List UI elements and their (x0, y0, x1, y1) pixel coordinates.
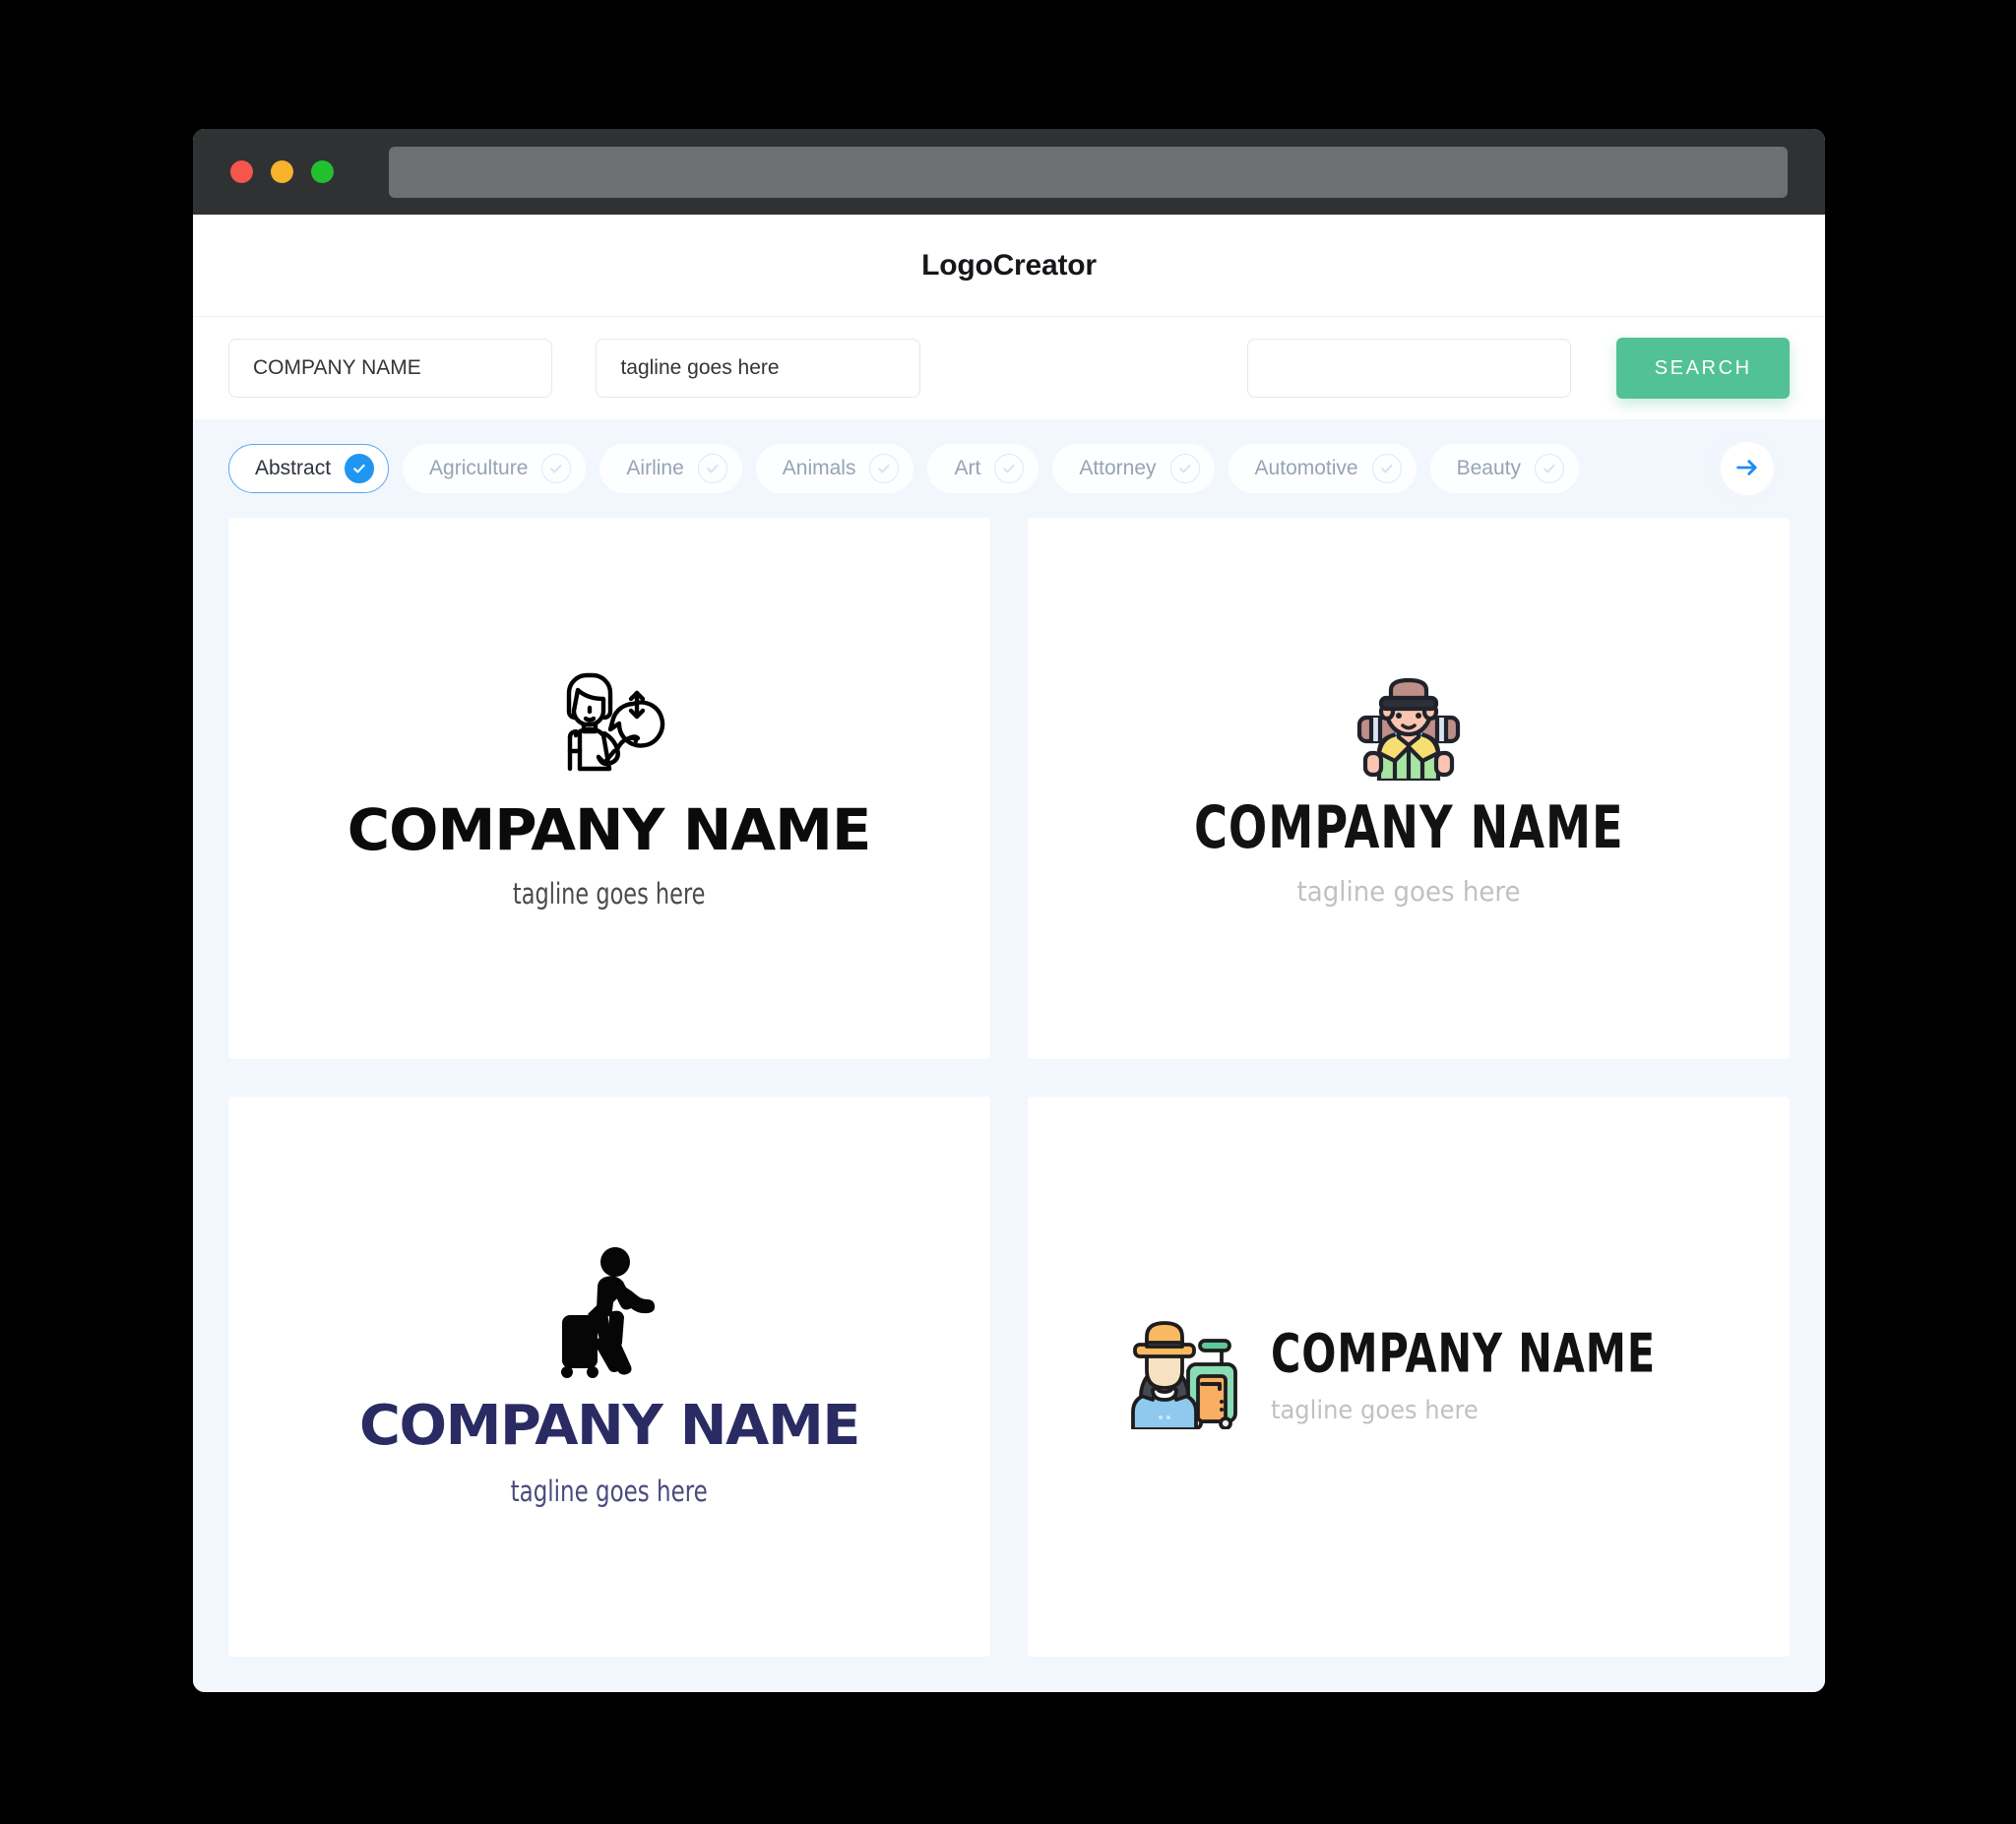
minimize-window-button[interactable] (271, 160, 293, 183)
logo-result-card[interactable]: COMPANY NAME tagline goes here (1028, 1096, 1790, 1657)
category-chip-label: Agriculture (429, 457, 529, 479)
logo-result-card[interactable]: COMPANY NAME tagline goes here (1028, 518, 1790, 1059)
app-title: LogoCreator (921, 248, 1097, 282)
logo-company-name: COMPANY NAME (1193, 794, 1624, 863)
category-chip-attorney[interactable]: Attorney (1052, 444, 1215, 493)
logo-company-name: COMPANY NAME (347, 795, 872, 863)
logo-preview: COMPANY NAME tagline goes here (1127, 1319, 1689, 1434)
logo-tagline: tagline goes here (513, 876, 706, 911)
browser-window: LogoCreator SEARCH Abstract Agriculture … (193, 129, 1825, 1692)
logo-company-name: COMPANY NAME (359, 1394, 860, 1459)
browser-titlebar (193, 129, 1825, 215)
category-filter-bar: Abstract Agriculture Airline Animals Art (193, 419, 1825, 518)
tagline-input[interactable] (596, 339, 920, 398)
check-icon (1371, 454, 1402, 483)
company-name-input[interactable] (228, 339, 553, 398)
check-icon (994, 454, 1025, 483)
check-icon (345, 454, 375, 483)
logo-result-card[interactable]: COMPANY NAME tagline goes here (228, 518, 990, 1059)
app-header: LogoCreator (193, 215, 1825, 317)
maximize-window-button[interactable] (311, 160, 334, 183)
search-button[interactable]: SEARCH (1616, 338, 1791, 399)
search-toolbar: SEARCH (193, 317, 1825, 419)
logo-results-grid: COMPANY NAME tagline goes here COMPANY N… (193, 518, 1825, 1692)
logo-preview: COMPANY NAME tagline goes here (359, 1246, 860, 1509)
logo-preview: COMPANY NAME tagline goes here (347, 668, 872, 911)
arrow-right-icon (1733, 454, 1761, 484)
logo-company-name: COMPANY NAME (1271, 1322, 1657, 1385)
check-icon (869, 454, 900, 483)
category-chip-airline[interactable]: Airline (599, 444, 742, 493)
check-icon (697, 454, 727, 483)
category-chip-beauty[interactable]: Beauty (1429, 444, 1579, 493)
address-bar[interactable] (389, 146, 1788, 198)
logo-tagline: tagline goes here (510, 1475, 709, 1509)
category-chip-label: Airline (626, 457, 684, 479)
category-chip-label: Abstract (255, 457, 332, 479)
keyword-input[interactable] (1246, 339, 1572, 398)
traffic-lights (230, 160, 334, 183)
category-chip-automotive[interactable]: Automotive (1228, 444, 1417, 493)
hiker-backpacker-icon (1352, 670, 1466, 786)
check-icon (1535, 454, 1564, 483)
check-icon (541, 454, 572, 483)
logo-preview: COMPANY NAME tagline goes here (1175, 670, 1643, 906)
logo-text-block: COMPANY NAME tagline goes here (1271, 1322, 1689, 1426)
category-chip-label: Attorney (1079, 457, 1157, 479)
logo-tagline: tagline goes here (1271, 1396, 1480, 1426)
category-chip-art[interactable]: Art (927, 444, 1040, 493)
category-chip-label: Animals (782, 457, 856, 479)
categories-next-button[interactable] (1721, 442, 1774, 495)
woman-traveler-suitcase-icon (1127, 1319, 1243, 1434)
category-chip-animals[interactable]: Animals (755, 444, 914, 493)
category-chip-label: Automotive (1254, 457, 1358, 479)
woman-presenter-speech-bubble-icon (546, 668, 672, 780)
close-window-button[interactable] (230, 160, 253, 183)
check-icon (1169, 454, 1200, 483)
category-chip-label: Beauty (1456, 457, 1521, 479)
category-chip-label: Art (954, 457, 981, 479)
category-chip-abstract[interactable]: Abstract (228, 444, 390, 493)
logo-result-card[interactable]: COMPANY NAME tagline goes here (228, 1096, 990, 1657)
traveler-rolling-luggage-silhouette-icon (554, 1246, 664, 1385)
category-chip-agriculture[interactable]: Agriculture (403, 444, 587, 493)
logo-tagline: tagline goes here (1296, 875, 1521, 909)
